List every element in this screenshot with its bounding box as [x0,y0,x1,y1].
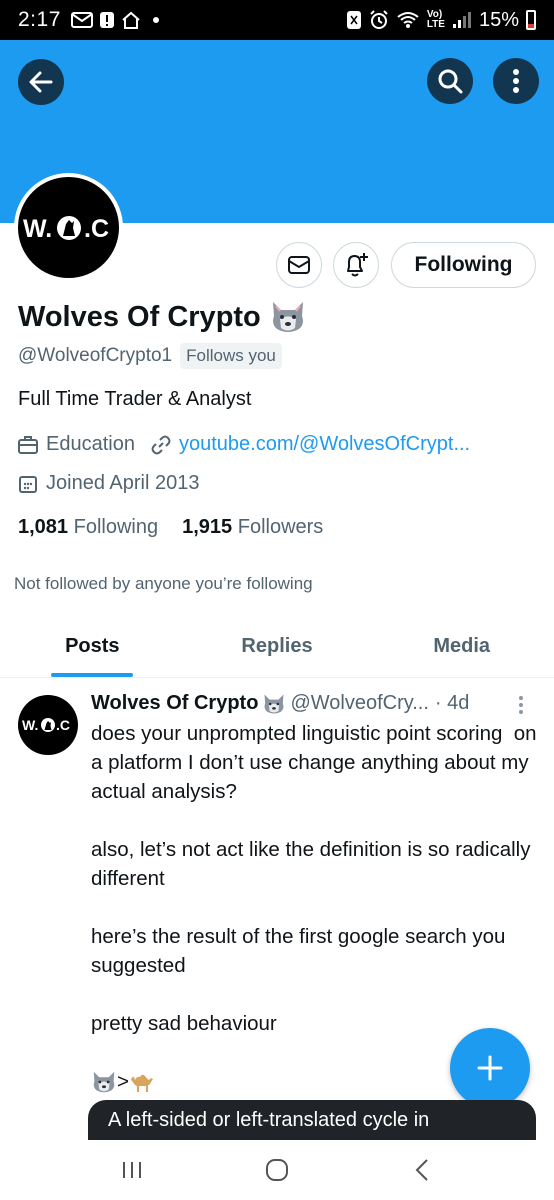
plus-icon [477,1055,503,1081]
tab-label: Posts [65,635,120,657]
translation-tooltip: A left-sided or left-translated cycle in [88,1100,536,1140]
followers-label: Followers [237,516,324,538]
volte-icon: Vo) LTE [426,9,445,30]
briefcase-icon [18,435,38,454]
followers-count: 1,915 [182,516,233,538]
back-nav-button[interactable] [392,1150,452,1190]
tab-media[interactable]: Media [369,616,554,677]
status-time: 2:17 [18,8,61,31]
alarm-icon [370,10,388,29]
home-icon [122,11,140,29]
following-button[interactable]: Following [391,242,536,288]
wifi-calling-icon [397,12,419,28]
woc-logo: W. .C [23,215,109,243]
profile-joined: Joined April 2013 [46,472,200,494]
more-vertical-icon [519,696,523,714]
post-author-name[interactable]: Wolves Of Crypto [91,692,258,715]
profile-bio: Full Time Trader & Analyst [18,388,252,410]
post-more-button[interactable] [518,695,524,719]
post-emoji-line: > [91,1067,155,1096]
post-time[interactable]: · 4d [435,692,469,715]
bell-plus-icon [347,253,368,277]
search-button[interactable] [427,58,473,104]
post-text: does your unprompted linguistic point sc… [91,722,537,1035]
profile-category: Education [46,433,135,455]
svg-text:W.: W. [22,717,38,733]
svg-text:.C: .C [56,717,70,733]
handle-row: @WolveofCrypto1 Follows you [18,343,282,369]
mail-icon [70,12,93,28]
tab-posts[interactable]: Posts [0,616,185,677]
follow-stats: 1,081 Following 1,915 Followers [18,516,323,539]
followers-stat[interactable]: 1,915 Followers [182,516,323,539]
recents-button[interactable] [102,1150,162,1190]
system-nav-bar [0,1140,554,1200]
message-button[interactable] [276,242,322,288]
more-vertical-icon [513,69,519,93]
tab-label: Media [433,635,491,657]
wolf-emoji [272,302,303,332]
svg-text:W.: W. [23,215,52,243]
wolf-emoji [264,694,284,713]
profile-joined-row: Joined April 2013 [18,472,199,495]
status-bar: 2:17 Vo) LTE 15% [0,0,554,40]
recents-icon [123,1162,142,1178]
post-author-handle[interactable]: @WolveofCry... [290,692,428,715]
camel-emoji [130,1074,153,1092]
wolf-emoji [93,1071,115,1092]
post-emoji-separator: > [117,1070,129,1093]
chevron-left-icon [415,1159,428,1181]
profile-avatar[interactable]: W. .C [14,173,123,282]
search-icon [438,69,463,94]
nfc-icon [346,11,361,29]
more-options-button[interactable] [493,58,539,104]
arrow-left-icon [29,71,53,93]
battery-icon [526,10,536,30]
compose-post-button[interactable] [450,1028,530,1108]
follows-you-badge: Follows you [180,343,282,369]
battery-percent: 15% [478,8,519,31]
dot-icon [152,17,159,23]
home-circle-icon [265,1159,288,1181]
profile-handle: @WolveofCrypto1 [18,345,173,366]
following-stat[interactable]: 1,081 Following [18,516,158,539]
profile-name: Wolves Of Crypto [18,300,307,334]
profile-tabs: Posts Replies Media [0,616,554,678]
back-button[interactable] [18,59,64,105]
link-icon [151,435,171,455]
tab-label: Replies [241,635,313,657]
profile-meta-row: Education youtube.com/@WolvesOfCrypt... [18,433,470,456]
alert-icon [99,12,114,28]
calendar-icon [18,474,38,494]
following-label: Following [73,516,159,538]
display-name-text: Wolves Of Crypto [18,300,261,333]
tab-replies[interactable]: Replies [185,616,370,677]
woc-logo: W. .C [22,717,70,733]
svg-text:.C: .C [84,215,109,243]
notifications-button[interactable] [333,242,379,288]
not-followed-note: Not followed by anyone you’re following [14,574,313,593]
following-count: 1,081 [18,516,69,538]
profile-link[interactable]: youtube.com/@WolvesOfCrypt... [179,433,470,456]
home-button[interactable] [247,1150,307,1190]
envelope-icon [288,256,310,274]
post-header: Wolves Of Crypto @WolveofCry... · 4d [91,692,531,715]
signal-icon [452,12,471,28]
post-avatar[interactable]: W. .C [18,695,78,755]
